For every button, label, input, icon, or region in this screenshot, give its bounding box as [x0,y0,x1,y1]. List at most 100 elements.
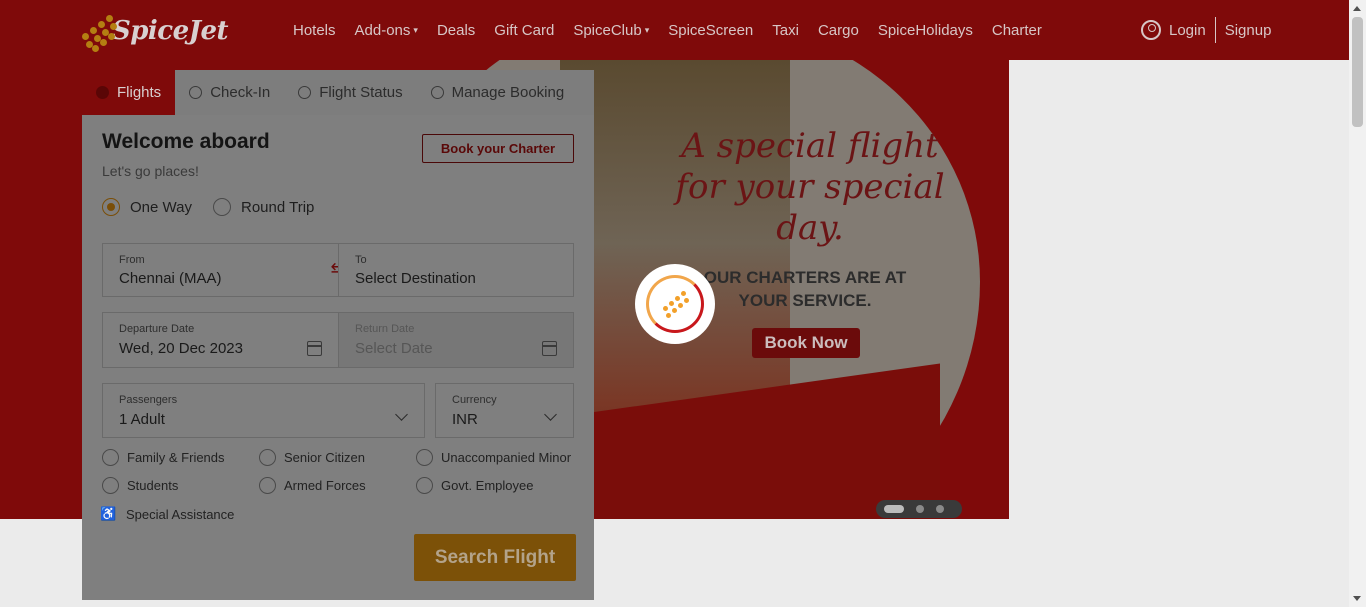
field-label: Return Date [355,323,415,335]
radio-icon [102,477,119,494]
return-date-field[interactable]: Return Date Select Date [338,312,574,368]
site-header: SpiceJet Hotels Add-ons ▾ Deals Gift Card… [0,0,1349,60]
carousel-dot[interactable] [916,505,924,513]
radio-icon [259,477,276,494]
tab-flight-status[interactable]: Flight Status [284,70,416,115]
loading-spinner [635,264,715,344]
nav-label: SpiceScreen [668,21,754,39]
tab-flights[interactable]: Flights [82,70,176,115]
field-label: Passengers [119,394,178,406]
special-assistance-link[interactable]: ♿ Special Assistance [100,506,234,522]
scroll-up-icon[interactable] [1353,6,1361,11]
logo-text: SpiceJet [111,16,229,46]
option-label: Senior Citizen [284,450,365,465]
radio-label: Round Trip [241,198,315,216]
nav-label: Deals [436,21,476,39]
carousel-dot[interactable] [884,505,904,513]
option-govt-employee[interactable]: Govt. Employee [416,477,534,494]
book-charter-button[interactable]: Book your Charter [422,134,574,163]
scroll-thumb[interactable] [1352,17,1363,127]
option-unaccompanied-minor[interactable]: Unaccompanied Minor [416,449,571,466]
sliders-icon [430,86,444,99]
option-students[interactable]: Students [102,477,178,494]
option-senior-citizen[interactable]: Senior Citizen [259,449,365,466]
departure-date-field[interactable]: Departure Date Wed, 20 Dec 2023 [102,312,339,368]
field-label: From [119,254,145,266]
trip-round-trip[interactable]: Round Trip [213,198,314,216]
nav-label: Add-ons [354,21,411,39]
option-label: Armed Forces [284,478,366,493]
flight-icon [96,86,109,99]
auth-links: Login Signup [1141,0,1271,60]
chevron-down-icon: ▾ [644,25,650,36]
calendar-icon [542,341,557,356]
field-value: Wed, 20 Dec 2023 [119,340,243,357]
login-link[interactable]: Login [1169,22,1206,39]
carousel-indicator [876,500,962,518]
field-label: Departure Date [119,323,195,335]
wheelchair-icon: ♿ [100,506,117,521]
option-label: Unaccompanied Minor [441,450,572,465]
field-value: Chennai (MAA) [119,270,222,287]
nav-spiceholidays[interactable]: SpiceHolidays [878,22,973,39]
main-nav: Hotels Add-ons ▾ Deals Gift Card SpiceClu… [293,0,1061,60]
clock-icon [298,86,312,99]
search-flight-button[interactable]: Search Flight [414,534,576,581]
to-field[interactable]: To Select Destination [338,243,574,297]
radio-icon [213,198,231,216]
option-family-friends[interactable]: Family & Friends [102,449,225,466]
option-label: Govt. Employee [441,478,534,493]
option-label: Students [127,478,179,493]
tab-manage-booking[interactable]: Manage Booking [417,70,579,115]
divider [1214,17,1216,43]
page-title: Welcome aboard [102,130,270,153]
field-value: Select Date [355,340,433,357]
trip-one-way[interactable]: One Way [102,198,192,216]
nav-gift-card[interactable]: Gift Card [494,22,554,39]
banner-subtitle: OUR CHARTERS ARE AT YOUR SERVICE. [703,268,907,310]
booking-widget: Flights Check-In Flight Status Manage Bo… [82,70,594,600]
tab-label: Flights [117,84,162,101]
from-field[interactable]: From Chennai (MAA) [102,243,339,297]
option-label: Family & Friends [127,450,225,465]
nav-label: Charter [991,21,1042,39]
nav-cargo[interactable]: Cargo [818,22,859,39]
nav-add-ons[interactable]: Add-ons ▾ [355,22,418,39]
spicejet-logo-icon [78,11,117,52]
radio-selected-icon [102,198,120,216]
signup-link[interactable]: Signup [1225,22,1272,39]
radio-icon [102,449,119,466]
book-now-button[interactable]: Book Now [752,328,860,358]
tab-label: Flight Status [319,84,403,101]
chevron-down-icon: ▾ [413,25,418,36]
nav-label: Gift Card [494,21,555,39]
user-icon [1141,20,1161,40]
vertical-scrollbar[interactable] [1349,0,1366,607]
spicejet-logo[interactable]: SpiceJet [78,10,229,52]
currency-select[interactable]: Currency INR [435,383,574,438]
nav-label: SpiceHolidays [877,21,973,39]
nav-deals[interactable]: Deals [437,22,475,39]
nav-charter[interactable]: Charter [992,22,1042,39]
nav-hotels[interactable]: Hotels [293,22,336,39]
assist-label: Special Assistance [126,506,235,522]
nav-taxi[interactable]: Taxi [772,22,799,39]
nav-label: Taxi [772,21,799,39]
booking-tabs: Flights Check-In Flight Status Manage Bo… [82,70,594,115]
banner-title: A special flight for your special day. [675,126,945,248]
tagline: Let's go places! [102,163,199,179]
nav-spiceclub[interactable]: SpiceClub ▾ [573,22,649,39]
tab-check-in[interactable]: Check-In [175,70,284,115]
nav-label: Cargo [817,21,859,39]
field-value: Select Destination [355,270,476,287]
passengers-select[interactable]: Passengers 1 Adult [102,383,425,438]
nav-spicescreen[interactable]: SpiceScreen [668,22,753,39]
radio-icon [416,477,433,494]
carousel-dot[interactable] [936,505,944,513]
nav-label: SpiceClub [573,21,642,39]
scroll-down-icon[interactable] [1353,596,1361,601]
field-value: INR [452,411,478,428]
field-label: To [355,254,367,266]
check-icon [189,86,203,99]
option-armed-forces[interactable]: Armed Forces [259,477,366,494]
